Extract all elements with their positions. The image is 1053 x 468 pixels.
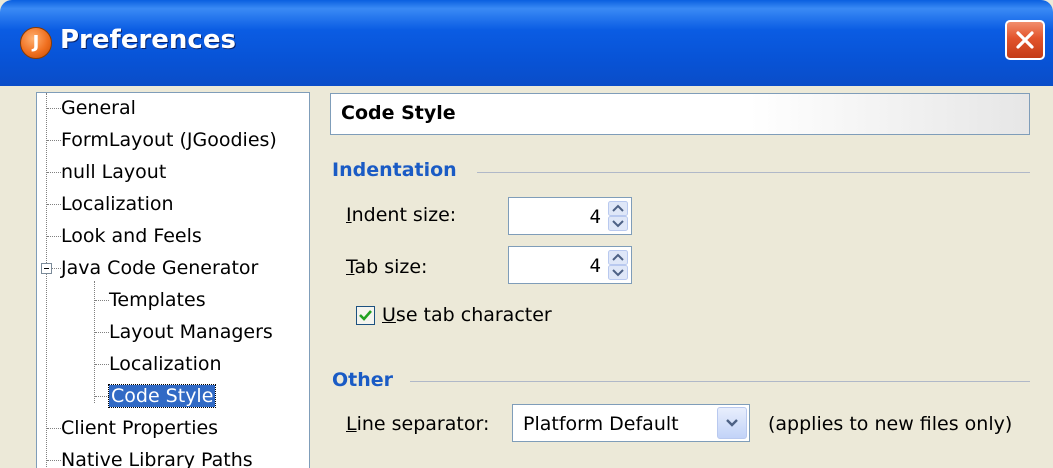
- tree-connector: [47, 172, 61, 173]
- tree-item-java-code-generator[interactable]: Java Code Generator: [61, 253, 258, 283]
- use-tab-label[interactable]: Use tab character: [382, 304, 552, 326]
- tree-item-label: Layout Managers: [109, 321, 273, 343]
- line-separator-value: Platform Default: [523, 413, 679, 435]
- line-separator-select[interactable]: Platform Default: [512, 404, 750, 442]
- close-button[interactable]: [1005, 20, 1045, 60]
- app-icon-letter: J: [32, 32, 40, 53]
- window-title: Preferences: [60, 25, 236, 55]
- collapse-icon[interactable]: [41, 263, 52, 274]
- page-title: Code Style: [330, 93, 1030, 135]
- tab-size-value: 4: [589, 255, 601, 277]
- checkmark-icon: [359, 310, 372, 321]
- tree-item-null-layout[interactable]: null Layout: [61, 157, 166, 187]
- tree-item-templates[interactable]: Templates: [109, 285, 206, 315]
- dropdown-button[interactable]: [717, 407, 747, 439]
- tree-item-label: FormLayout (JGoodies): [61, 129, 277, 151]
- tree-item-general[interactable]: General: [61, 93, 136, 123]
- tree-item-label: Templates: [109, 289, 206, 311]
- line-separator-label: Line separator:: [346, 413, 489, 435]
- indent-size-spinner[interactable]: 4: [508, 197, 632, 235]
- mnemonic: U: [382, 304, 396, 326]
- tree-item-label: Localization: [109, 353, 222, 375]
- tree-connector: [95, 396, 109, 397]
- tree-item-code-style[interactable]: Code Style: [107, 381, 217, 411]
- dialog-body: General FormLayout (JGoodies) null Layou…: [0, 86, 1053, 468]
- title-bar[interactable]: J Preferences: [0, 0, 1053, 86]
- section-divider: [410, 381, 1030, 382]
- tree-item-look-and-feels[interactable]: Look and Feels: [61, 221, 202, 251]
- close-icon: [1016, 31, 1034, 49]
- tree-item-localization-sub[interactable]: Localization: [109, 349, 222, 379]
- spinner-arrows-icon[interactable]: [608, 250, 628, 280]
- page-title-text: Code Style: [341, 102, 456, 124]
- tree-connector: [47, 108, 61, 109]
- tree-item-label: Native Library Paths: [61, 449, 253, 468]
- tree-item-label: Localization: [61, 193, 174, 215]
- tree-item-label: null Layout: [61, 161, 167, 183]
- mnemonic: L: [346, 413, 357, 435]
- tab-size-label: Tab size:: [346, 256, 427, 278]
- tree-connector: [95, 332, 109, 333]
- tree-item-layout-managers[interactable]: Layout Managers: [109, 317, 273, 347]
- tree-connector: [47, 428, 61, 429]
- tree-line: [46, 93, 47, 468]
- preferences-tree[interactable]: General FormLayout (JGoodies) null Layou…: [36, 92, 310, 468]
- tree-item-label: General: [61, 97, 136, 119]
- tree-connector: [47, 204, 61, 205]
- use-tab-checkbox[interactable]: [356, 306, 375, 325]
- indent-size-label: Indent size:: [346, 204, 456, 226]
- app-icon: J: [20, 27, 52, 59]
- tree-connector: [47, 140, 61, 141]
- indent-size-value: 4: [589, 206, 601, 228]
- label-text: se tab character: [395, 304, 552, 326]
- preferences-window: J Preferences General FormLayout (JGoodi…: [0, 0, 1053, 468]
- tree-connector: [47, 460, 61, 461]
- tree-item-client-properties[interactable]: Client Properties: [61, 413, 218, 443]
- label-text: ab size:: [354, 256, 428, 278]
- tree-connector: [95, 300, 109, 301]
- section-title-indentation: Indentation: [332, 159, 457, 181]
- label-text: ine separator:: [356, 413, 490, 435]
- section-title-other: Other: [332, 369, 394, 391]
- tab-size-spinner[interactable]: 4: [508, 246, 632, 284]
- chevron-down-icon: [726, 419, 738, 427]
- tree-item-label: Code Style: [107, 384, 217, 408]
- tree-item-label: Client Properties: [61, 417, 219, 439]
- label-text: ndent size:: [351, 204, 457, 226]
- section-divider: [477, 172, 1030, 173]
- spinner-arrows-icon[interactable]: [608, 201, 628, 231]
- tree-connector: [47, 236, 61, 237]
- tree-connector: [52, 268, 61, 269]
- tree-item-formlayout[interactable]: FormLayout (JGoodies): [61, 125, 277, 155]
- tree-item-native-library-paths[interactable]: Native Library Paths: [61, 445, 253, 468]
- tree-item-label: Look and Feels: [61, 225, 202, 247]
- tree-item-localization[interactable]: Localization: [61, 189, 174, 219]
- tree-connector: [95, 364, 109, 365]
- line-separator-note: (applies to new files only): [768, 413, 1013, 435]
- tree-item-label: Java Code Generator: [61, 257, 259, 279]
